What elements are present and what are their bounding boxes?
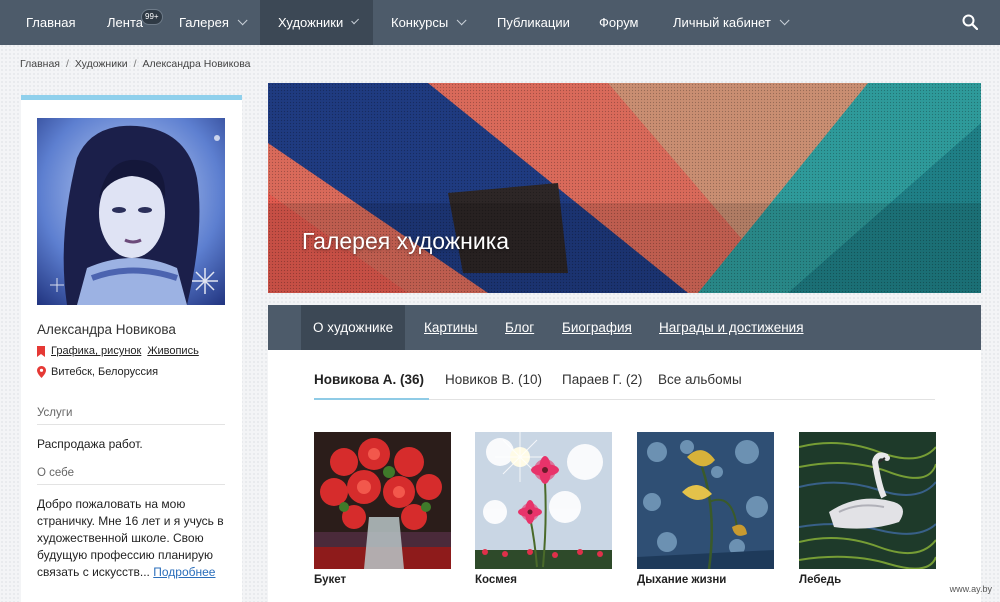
top-navigation: Главная Лента 99+ Галерея Художники Конк… (0, 0, 1000, 45)
breadcrumb: Главная / Художники / Александра Новиков… (20, 58, 251, 70)
tab-label: О художнике (313, 320, 394, 335)
tab-blog[interactable]: Блог (493, 305, 546, 350)
album-tabs: Новикова А. (36) Новиков В. (10) Параев … (314, 372, 935, 400)
chevron-down-icon (456, 15, 467, 26)
artwork-image-breath-of-life (637, 432, 774, 569)
breadcrumb-item-artists[interactable]: Художники (75, 58, 128, 70)
tab-label: Блог (505, 320, 535, 335)
artwork-image-swan (799, 432, 936, 569)
banner-title: Галерея художника (302, 228, 510, 254)
artwork-title[interactable]: Космея (475, 574, 517, 586)
artwork-image-bouquet (314, 432, 451, 569)
nav-item-home[interactable]: Главная (8, 0, 93, 45)
location-pin-icon (37, 366, 46, 378)
artwork-title[interactable]: Дыхание жизни (637, 574, 726, 586)
chevron-down-icon (351, 16, 360, 25)
tab-biography[interactable]: Биография (550, 305, 644, 350)
nav-item-label: Художники (278, 15, 344, 30)
nav-item-contests[interactable]: Конкурсы (373, 0, 481, 45)
artwork-thumbnail[interactable] (799, 432, 936, 569)
profile-tags: Графика, рисунок Живопись (37, 345, 199, 357)
artwork-thumbnail[interactable] (475, 432, 612, 569)
breadcrumb-item-current: Александра Новикова (142, 58, 251, 70)
artwork-image-cosmos (475, 432, 612, 569)
about-title: О себе (37, 467, 225, 485)
artwork-thumbnail[interactable] (637, 432, 774, 569)
nav-item-artists[interactable]: Художники (260, 0, 373, 45)
artwork-title[interactable]: Лебедь (799, 574, 841, 586)
tag-link-graphics[interactable]: Графика, рисунок (51, 345, 141, 357)
album-tab-all[interactable]: Все альбомы (658, 372, 742, 399)
tab-label: Биография (562, 320, 632, 335)
profile-location: Витебск, Белоруссия (37, 366, 158, 378)
search-icon[interactable] (962, 14, 978, 30)
chevron-down-icon (237, 15, 248, 26)
tab-about-artist[interactable]: О художнике (301, 305, 406, 350)
nav-item-label: Главная (26, 15, 76, 30)
breadcrumb-item-home[interactable]: Главная (20, 58, 60, 70)
profile-name: Александра Новикова (37, 322, 176, 337)
services-title: Услуги (37, 407, 225, 425)
nav-item-label: Форум (599, 15, 639, 30)
artwork-title[interactable]: Букет (314, 574, 346, 586)
avatar[interactable] (37, 118, 225, 305)
album-tab-paraev-g[interactable]: Параев Г. (2) (562, 372, 642, 399)
nav-item-label: Публикации (497, 15, 570, 30)
profile-tabs: О художнике Картины Блог Биография Награ… (268, 305, 981, 350)
tab-label: Картины (424, 320, 478, 335)
album-tab-novikova-a[interactable]: Новикова А. (36) (314, 372, 429, 400)
banner-image (268, 83, 981, 293)
artwork-thumbnail[interactable] (314, 432, 451, 569)
services-text: Распродажа работ. (37, 437, 143, 451)
album-tab-novikov-v[interactable]: Новиков В. (10) (445, 372, 542, 399)
tab-awards[interactable]: Награды и достижения (647, 305, 816, 350)
nav-item-label: Конкурсы (391, 15, 449, 30)
tab-paintings[interactable]: Картины (412, 305, 489, 350)
nav-item-account[interactable]: Личный кабинет (655, 0, 804, 45)
read-more-link[interactable]: Подробнее (153, 565, 215, 579)
profile-card: Александра Новикова Графика, рисунок Жив… (21, 95, 242, 602)
breadcrumb-separator: / (65, 58, 69, 70)
nav-item-label: Личный кабинет (673, 15, 771, 30)
nav-item-forum[interactable]: Форум (581, 0, 657, 45)
nav-item-label: Лента (107, 15, 143, 30)
nav-item-label: Галерея (179, 15, 229, 30)
about-text: Добро пожаловать на мою страничку. Мне 1… (37, 496, 227, 581)
tag-link-painting[interactable]: Живопись (147, 345, 198, 357)
watermark: www.ay.by (949, 584, 992, 594)
location-text: Витебск, Белоруссия (51, 366, 159, 378)
chevron-down-icon (779, 15, 790, 26)
tab-label: Награды и достижения (659, 320, 804, 335)
feed-count-badge: 99+ (141, 9, 163, 25)
nav-item-publications[interactable]: Публикации (479, 0, 588, 45)
avatar-image (37, 118, 225, 305)
gallery-banner (268, 83, 981, 293)
breadcrumb-separator: / (133, 58, 137, 70)
nav-item-gallery[interactable]: Галерея (161, 0, 262, 45)
bookmark-icon (37, 345, 45, 357)
